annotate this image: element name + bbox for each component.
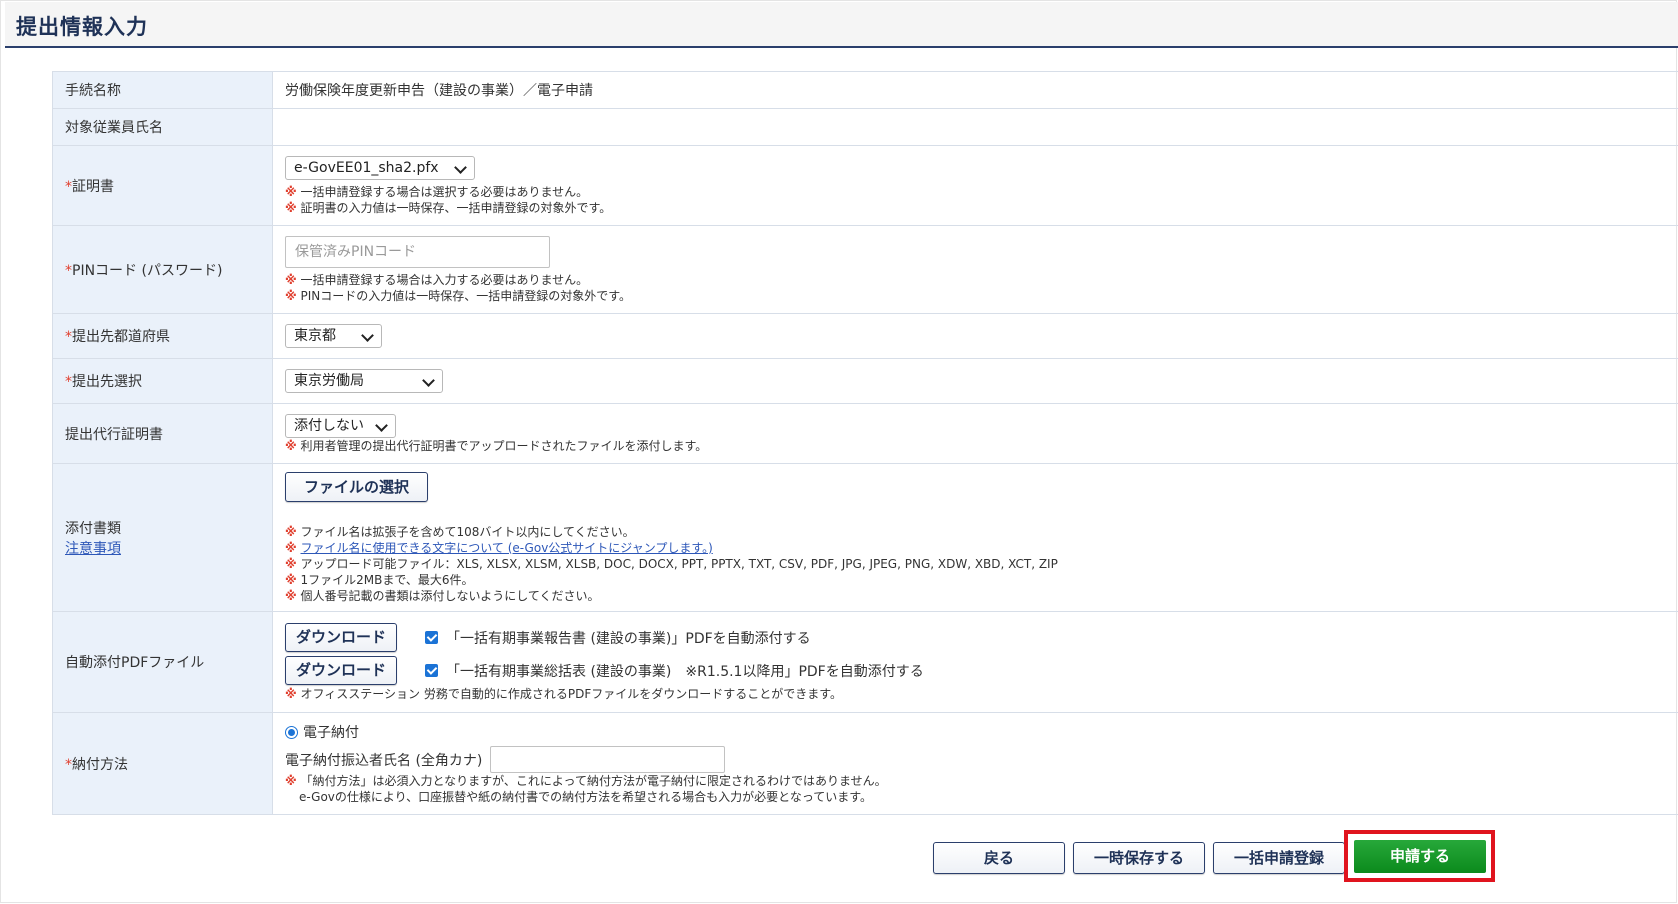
row-destination: *提出先選択 東京労働局	[52, 358, 1678, 404]
payment-label-cell: *納付方法	[52, 712, 273, 815]
auto-pdf-note: ※ オフィスステーション 労務で自動的に作成されるPDFファイルをダウンロードす…	[285, 686, 843, 701]
auto-pdf-label: 自動添付PDFファイル	[52, 611, 273, 713]
pin-label-cell: *PINコード (パスワード)	[52, 225, 273, 314]
required-mark: *	[65, 262, 72, 279]
prefecture-selected: 東京都	[294, 328, 336, 344]
payment-label: 納付方法	[72, 756, 128, 773]
attachments-note-link: ※ ファイル名に使用できる文字について (e-Gov公式サイトにジャンプします。…	[285, 540, 713, 555]
proxy-cert-cell: 添付しない ※ 利用者管理の提出代行証明書でアップロードされたファイルを添付しま…	[272, 403, 1678, 464]
employee-label: 対象従業員氏名	[52, 108, 273, 146]
row-attachments: 添付書類 注意事項 ファイルの選択 ※ ファイル名は拡張子を含めて108バイト以…	[52, 463, 1678, 612]
electronic-payment-radio[interactable]	[285, 725, 298, 739]
title-bar: 提出情報入力	[5, 2, 1678, 48]
file-select-button[interactable]: ファイルの選択	[285, 471, 428, 502]
certificate-label-cell: *証明書	[52, 145, 273, 226]
submit-button[interactable]: 申請する	[1354, 840, 1486, 873]
prefecture-select[interactable]: 東京都	[285, 324, 382, 348]
certificate-selected: e-GovEE01_sha2.pfx	[294, 159, 439, 176]
attachments-cell: ファイルの選択 ※ ファイル名は拡張子を含めて108バイト以内にしてください。 …	[272, 463, 1678, 612]
pin-label: PINコード (パスワード)	[72, 262, 223, 279]
destination-selected: 東京労働局	[294, 373, 364, 389]
certificate-cell: e-GovEE01_sha2.pfx ※ 一括申請登録する場合は選択する必要はあ…	[272, 145, 1678, 226]
pin-note-2: ※ PINコードの入力値は一時保存、一括申請登録の対象外です。	[285, 288, 632, 303]
chevron-down-icon	[454, 160, 467, 174]
pin-cell: 保管済みPINコード ※ 一括申請登録する場合は入力する必要はありません。 ※ …	[272, 225, 1678, 314]
filename-chars-link[interactable]: ファイル名に使用できる文字について (e-Gov公式サイトにジャンプします。)	[301, 541, 713, 555]
auto-pdf-item-label: 「一括有期事業報告書 (建設の事業)」PDFを自動添付する	[446, 630, 811, 647]
auto-attach-checkbox[interactable]	[425, 631, 438, 644]
certificate-select[interactable]: e-GovEE01_sha2.pfx	[285, 155, 475, 180]
attachments-label-cell: 添付書類 注意事項	[52, 463, 273, 612]
row-certificate: *証明書 e-GovEE01_sha2.pfx ※ 一括申請登録する場合は選択す…	[52, 145, 1678, 226]
row-pin: *PINコード (パスワード) 保管済みPINコード ※ 一括申請登録する場合は…	[52, 225, 1678, 314]
prefecture-label-cell: *提出先都道府県	[52, 313, 273, 359]
proxy-cert-note: ※ 利用者管理の提出代行証明書でアップロードされたファイルを添付します。	[285, 438, 708, 453]
payment-option: 電子納付	[285, 722, 1678, 742]
payer-name-row: 電子納付振込者氏名 (全角カナ)	[285, 746, 1678, 773]
auto-pdf-item-2: ダウンロード 「一括有期事業総括表 (建設の事業) ※R1.5.1以降用」PDF…	[285, 656, 1678, 686]
required-mark: *	[65, 178, 72, 195]
electronic-payment-label: 電子納付	[303, 725, 359, 741]
destination-label-cell: *提出先選択	[52, 358, 273, 404]
caution-link[interactable]: 注意事項	[65, 541, 121, 557]
certificate-note-2: ※ 証明書の入力値は一時保存、一括申請登録の対象外です。	[285, 200, 612, 215]
required-mark: *	[65, 374, 72, 390]
back-button[interactable]: 戻る	[933, 842, 1065, 874]
pin-note-1: ※ 一括申請登録する場合は入力する必要はありません。	[285, 272, 589, 287]
payment-note-1: ※ 「納付方法」は必須入力となりますが、これによって納付方法が電子納付に限定され…	[285, 774, 887, 788]
prefecture-label: 提出先都道府県	[72, 329, 170, 345]
chevron-down-icon	[361, 329, 374, 342]
proxy-cert-selected: 添付しない	[294, 417, 364, 434]
row-auto-pdf: 自動添付PDFファイル ダウンロード 「一括有期事業報告書 (建設の事業)」PD…	[52, 611, 1678, 713]
attachments-label: 添付書類	[65, 520, 121, 537]
procedure-label: 手続名称	[52, 71, 273, 109]
auto-pdf-cell: ダウンロード 「一括有期事業報告書 (建設の事業)」PDFを自動添付する ダウン…	[272, 611, 1678, 713]
download-button[interactable]: ダウンロード	[285, 623, 397, 652]
submission-form: 手続名称 労働保険年度更新申告（建設の事業）／電子申請 対象従業員氏名 *証明書…	[52, 71, 1678, 815]
row-employee: 対象従業員氏名	[52, 108, 1678, 146]
proxy-cert-select[interactable]: 添付しない	[285, 413, 396, 438]
row-prefecture: *提出先都道府県 東京都	[52, 313, 1678, 359]
download-button[interactable]: ダウンロード	[285, 656, 397, 685]
destination-label: 提出先選択	[72, 374, 142, 390]
payment-cell: 電子納付 電子納付振込者氏名 (全角カナ) ※ 「納付方法」は必須入力となります…	[272, 712, 1678, 815]
certificate-label: 証明書	[72, 178, 114, 195]
batch-register-button[interactable]: 一括申請登録	[1213, 842, 1345, 874]
chevron-down-icon	[422, 374, 435, 387]
payer-name-label: 電子納付振込者氏名 (全角カナ)	[285, 752, 483, 769]
attachments-note-4: ※ 個人番号記載の書類は添付しないようにしてください。	[285, 588, 600, 603]
row-proxy-cert: 提出代行証明書 添付しない ※ 利用者管理の提出代行証明書でアップロードされたフ…	[52, 403, 1678, 464]
certificate-note-1: ※ 一括申請登録する場合は選択する必要はありません。	[285, 184, 589, 199]
auto-attach-checkbox[interactable]	[425, 664, 438, 677]
pin-input[interactable]: 保管済みPINコード	[285, 235, 550, 268]
prefecture-cell: 東京都	[272, 313, 1678, 359]
page-title: 提出情報入力	[16, 15, 148, 39]
proxy-cert-label: 提出代行証明書	[52, 403, 273, 464]
temp-save-button[interactable]: 一時保存する	[1073, 842, 1205, 874]
attachments-note-3: ※ 1ファイル2MBまで、最大6件。	[285, 572, 474, 587]
destination-cell: 東京労働局	[272, 358, 1678, 404]
employee-value	[272, 108, 1678, 146]
auto-pdf-item-label: 「一括有期事業総括表 (建設の事業) ※R1.5.1以降用」PDFを自動添付する	[446, 663, 924, 680]
required-mark: *	[65, 756, 72, 773]
chevron-down-icon	[375, 418, 388, 432]
auto-pdf-item-1: ダウンロード 「一括有期事業報告書 (建設の事業)」PDFを自動添付する	[285, 623, 1678, 653]
procedure-value: 労働保険年度更新申告（建設の事業）／電子申請	[272, 71, 1678, 109]
required-mark: *	[65, 329, 72, 345]
destination-select[interactable]: 東京労働局	[285, 369, 443, 393]
attachments-note-2: ※ アップロード可能ファイル：XLS, XLSX, XLSM, XLSB, DO…	[285, 556, 1058, 571]
attachments-note-1: ※ ファイル名は拡張子を含めて108バイト以内にしてください。	[285, 524, 635, 539]
row-procedure: 手続名称 労働保険年度更新申告（建設の事業）／電子申請	[52, 71, 1678, 109]
payer-name-input[interactable]	[490, 746, 726, 773]
row-payment: *納付方法 電子納付 電子納付振込者氏名 (全角カナ) ※ 「納付方法」は必須入…	[52, 712, 1678, 815]
payment-note-2: e-Govの仕様により、口座振替や紙の納付書での納付方法を希望される場合も入力が…	[299, 790, 873, 804]
